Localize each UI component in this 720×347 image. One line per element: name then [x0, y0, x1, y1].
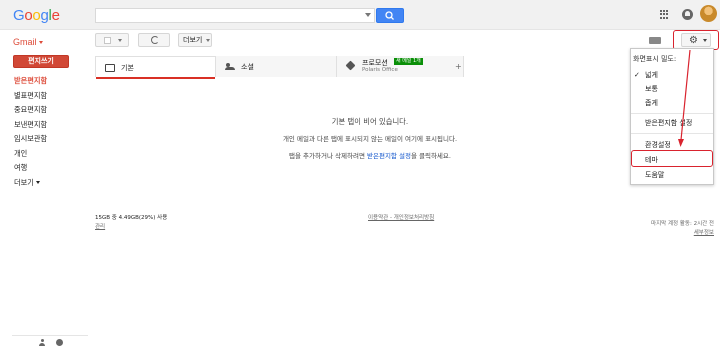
more-label: 더보기	[183, 36, 203, 44]
inbox-icon	[105, 64, 115, 72]
search-icon	[385, 11, 394, 20]
tab-primary[interactable]: 기본	[95, 56, 216, 79]
sidebar-item-important[interactable]: 중요편지함	[14, 103, 47, 118]
tag-icon	[345, 60, 356, 71]
storage-usage: 15GB 중 4.49GB(29%) 사용	[95, 215, 168, 221]
select-checkbox-button[interactable]	[95, 33, 129, 47]
search-button[interactable]	[376, 8, 404, 23]
people-icon	[225, 63, 235, 70]
empty-description: 개인 메일과 다른 탭에 표시되지 않는 메일이 여기에 표시됩니다.	[282, 135, 458, 143]
manage-storage-link[interactable]: 관리	[95, 222, 167, 230]
keyboard-icon	[649, 37, 661, 44]
apps-icon[interactable]	[660, 10, 669, 19]
divider	[12, 335, 88, 336]
density-heading: 화면표시 밀도:	[633, 55, 677, 63]
google-logo[interactable]: Google	[13, 7, 60, 24]
annotation-highlight-themes	[631, 150, 713, 167]
logo-letter: g	[40, 7, 49, 24]
last-activity: 마지막 계정 활동: 2시간 전	[651, 221, 714, 227]
account-activity: 마지막 계정 활동: 2시간 전 세부정보	[651, 219, 714, 236]
chevron-down-icon	[35, 181, 40, 184]
inbox-settings-link[interactable]: 받은편지함 설정	[367, 152, 411, 160]
hangouts-icon[interactable]	[56, 339, 63, 346]
tab-sender: Polaris Office	[362, 67, 398, 73]
empty-hint-suffix: 을 클릭하세요.	[410, 152, 451, 160]
refresh-icon	[151, 36, 159, 44]
empty-hint-prefix: 탭을 추가하거나 삭제하려면	[289, 152, 367, 160]
sidebar-item-more[interactable]: 더보기	[14, 176, 47, 191]
menu-divider	[631, 113, 713, 114]
sidebar-item-inbox[interactable]: 받은편지함	[14, 74, 47, 89]
density-option-comfortable[interactable]: ✓ 넓게	[631, 70, 713, 80]
logo-letter: e	[51, 7, 60, 24]
density-option-compact[interactable]: 좁게	[631, 98, 713, 108]
storage-info: 15GB 중 4.49GB(29%) 사용 관리	[95, 213, 167, 230]
menu-item-settings[interactable]: 환경설정	[631, 140, 713, 150]
sidebar-item-drafts[interactable]: 임시보관함	[14, 132, 47, 147]
check-icon: ✓	[634, 71, 640, 79]
chevron-down-icon	[118, 39, 122, 42]
menu-divider	[631, 133, 713, 134]
sidebar-item-travel[interactable]: 여행	[14, 161, 47, 176]
annotation-highlight-settings	[673, 30, 719, 50]
chevron-down-icon	[206, 39, 210, 42]
refresh-button[interactable]	[138, 33, 170, 47]
terms-privacy-link[interactable]: 이용약관 - 개인정보처리방침	[368, 213, 434, 221]
compose-button[interactable]: 편지쓰기	[13, 55, 69, 68]
menu-item-label: 넓게	[645, 71, 658, 79]
checkbox-icon	[104, 37, 111, 44]
empty-state: 기본 탭이 비어 있습니다. 개인 메일과 다른 탭에 표시되지 않는 메일이 …	[230, 117, 510, 161]
avatar[interactable]	[700, 5, 717, 22]
chevron-down-icon	[38, 41, 43, 45]
tab-promotions[interactable]: 프로모션 새 메일 1개 Polaris Office	[337, 56, 464, 77]
category-tabs: 기본 소셜 프로모션 새 메일 1개 Polaris Office +	[95, 56, 464, 79]
density-option-cozy[interactable]: 보통	[631, 84, 713, 94]
gmail-switcher[interactable]: Gmail	[13, 37, 43, 47]
sidebar-item-label: 더보기	[14, 177, 34, 187]
empty-title: 기본 탭이 비어 있습니다.	[331, 117, 409, 126]
add-tab-button[interactable]: +	[455, 62, 462, 71]
more-button[interactable]: 더보기	[178, 33, 212, 47]
menu-item-inbox-settings[interactable]: 받은편지함 설정	[631, 118, 713, 128]
notifications-icon[interactable]	[682, 9, 693, 20]
annotation-arrow	[678, 49, 691, 147]
search-input[interactable]	[95, 8, 375, 23]
gmail-label: Gmail	[13, 37, 37, 47]
empty-hint: 탭을 추가하거나 삭제하려면 받은편지함 설정을 클릭하세요.	[230, 152, 510, 161]
logo-letter: G	[13, 7, 25, 24]
sidebar-nav: 받은편지함 별표편지함 중요편지함 보낸편지함 임시보관함 개인 여행 더보기	[14, 74, 47, 190]
top-header: Google	[0, 0, 720, 30]
tab-social[interactable]: 소셜	[216, 56, 337, 77]
sidebar-item-personal[interactable]: 개인	[14, 147, 47, 162]
details-link[interactable]: 세부정보	[651, 228, 714, 236]
sidebar-item-starred[interactable]: 별표편지함	[14, 89, 47, 104]
person-icon[interactable]	[39, 339, 45, 346]
search-options-icon[interactable]	[365, 13, 371, 17]
sidebar-item-sent[interactable]: 보낸편지함	[14, 118, 47, 133]
input-tools-button[interactable]	[645, 35, 673, 46]
tab-label: 소셜	[241, 63, 254, 71]
menu-item-help[interactable]: 도움말	[631, 170, 713, 180]
new-mail-badge: 새 메일 1개	[394, 58, 423, 65]
tab-label: 기본	[121, 64, 134, 72]
